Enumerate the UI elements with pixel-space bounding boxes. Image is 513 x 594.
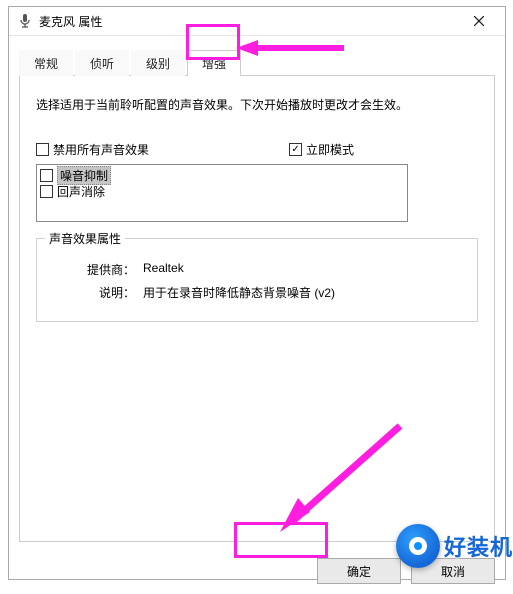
titlebar: 麦克风 属性 <box>9 7 505 36</box>
provider-value: Realtek <box>143 261 467 278</box>
watermark-text: 好装机 <box>444 530 513 562</box>
disable-all-effects-label: 禁用所有声音效果 <box>53 141 149 158</box>
close-button[interactable] <box>457 7 501 35</box>
description-value: 用于在录音时降低静态背景噪音 (v2) <box>143 284 467 301</box>
watermark: 好装机 <box>396 524 513 568</box>
checkbox-box-icon <box>40 169 53 182</box>
provider-row: 提供商： Realtek <box>47 261 467 278</box>
list-item[interactable]: 回声消除 <box>40 183 404 199</box>
instant-mode-label: 立即模式 <box>306 141 354 158</box>
tabstrip: 常规 侦听 级别 增强 <box>19 50 495 76</box>
checkbox-box-icon <box>40 185 53 198</box>
checkbox-box-icon <box>289 143 302 156</box>
description-row: 说明： 用于在录音时降低静态背景噪音 (v2) <box>47 284 467 301</box>
checkbox-row: 禁用所有声音效果 立即模式 <box>36 141 478 158</box>
checkbox-box-icon <box>36 143 49 156</box>
window-title: 麦克风 属性 <box>39 13 457 30</box>
effects-listbox[interactable]: 噪音抑制 回声消除 <box>36 164 408 222</box>
description-text: 选择适用于当前聆听配置的声音效果。下次开始播放时更改才会生效。 <box>36 96 478 115</box>
tab-enhancements[interactable]: 增强 <box>187 50 241 76</box>
group-legend: 声音效果属性 <box>45 230 125 247</box>
provider-key: 提供商： <box>47 261 143 278</box>
instant-mode-checkbox[interactable]: 立即模式 <box>289 141 354 158</box>
watermark-logo-icon <box>396 524 440 568</box>
description-key: 说明： <box>47 284 143 301</box>
tab-page-enhancements: 选择适用于当前聆听配置的声音效果。下次开始播放时更改才会生效。 禁用所有声音效果… <box>19 76 495 542</box>
effect-label: 回声消除 <box>57 183 105 200</box>
microphone-icon <box>17 13 33 29</box>
tab-levels[interactable]: 级别 <box>131 50 185 76</box>
effect-properties-group: 声音效果属性 提供商： Realtek 说明： 用于在录音时降低静态背景噪音 (… <box>36 238 478 322</box>
disable-all-effects-checkbox[interactable]: 禁用所有声音效果 <box>36 141 149 158</box>
tab-general[interactable]: 常规 <box>19 50 73 76</box>
list-item[interactable]: 噪音抑制 <box>40 167 404 183</box>
ok-button[interactable]: 确定 <box>317 558 401 584</box>
tab-listen[interactable]: 侦听 <box>75 50 129 76</box>
close-icon <box>474 16 484 26</box>
properties-dialog: 麦克风 属性 常规 侦听 级别 增强 选择适用于当前聆听配置的声音效果。下次开始… <box>8 6 506 580</box>
client-area: 常规 侦听 级别 增强 选择适用于当前聆听配置的声音效果。下次开始播放时更改才会… <box>9 36 505 550</box>
